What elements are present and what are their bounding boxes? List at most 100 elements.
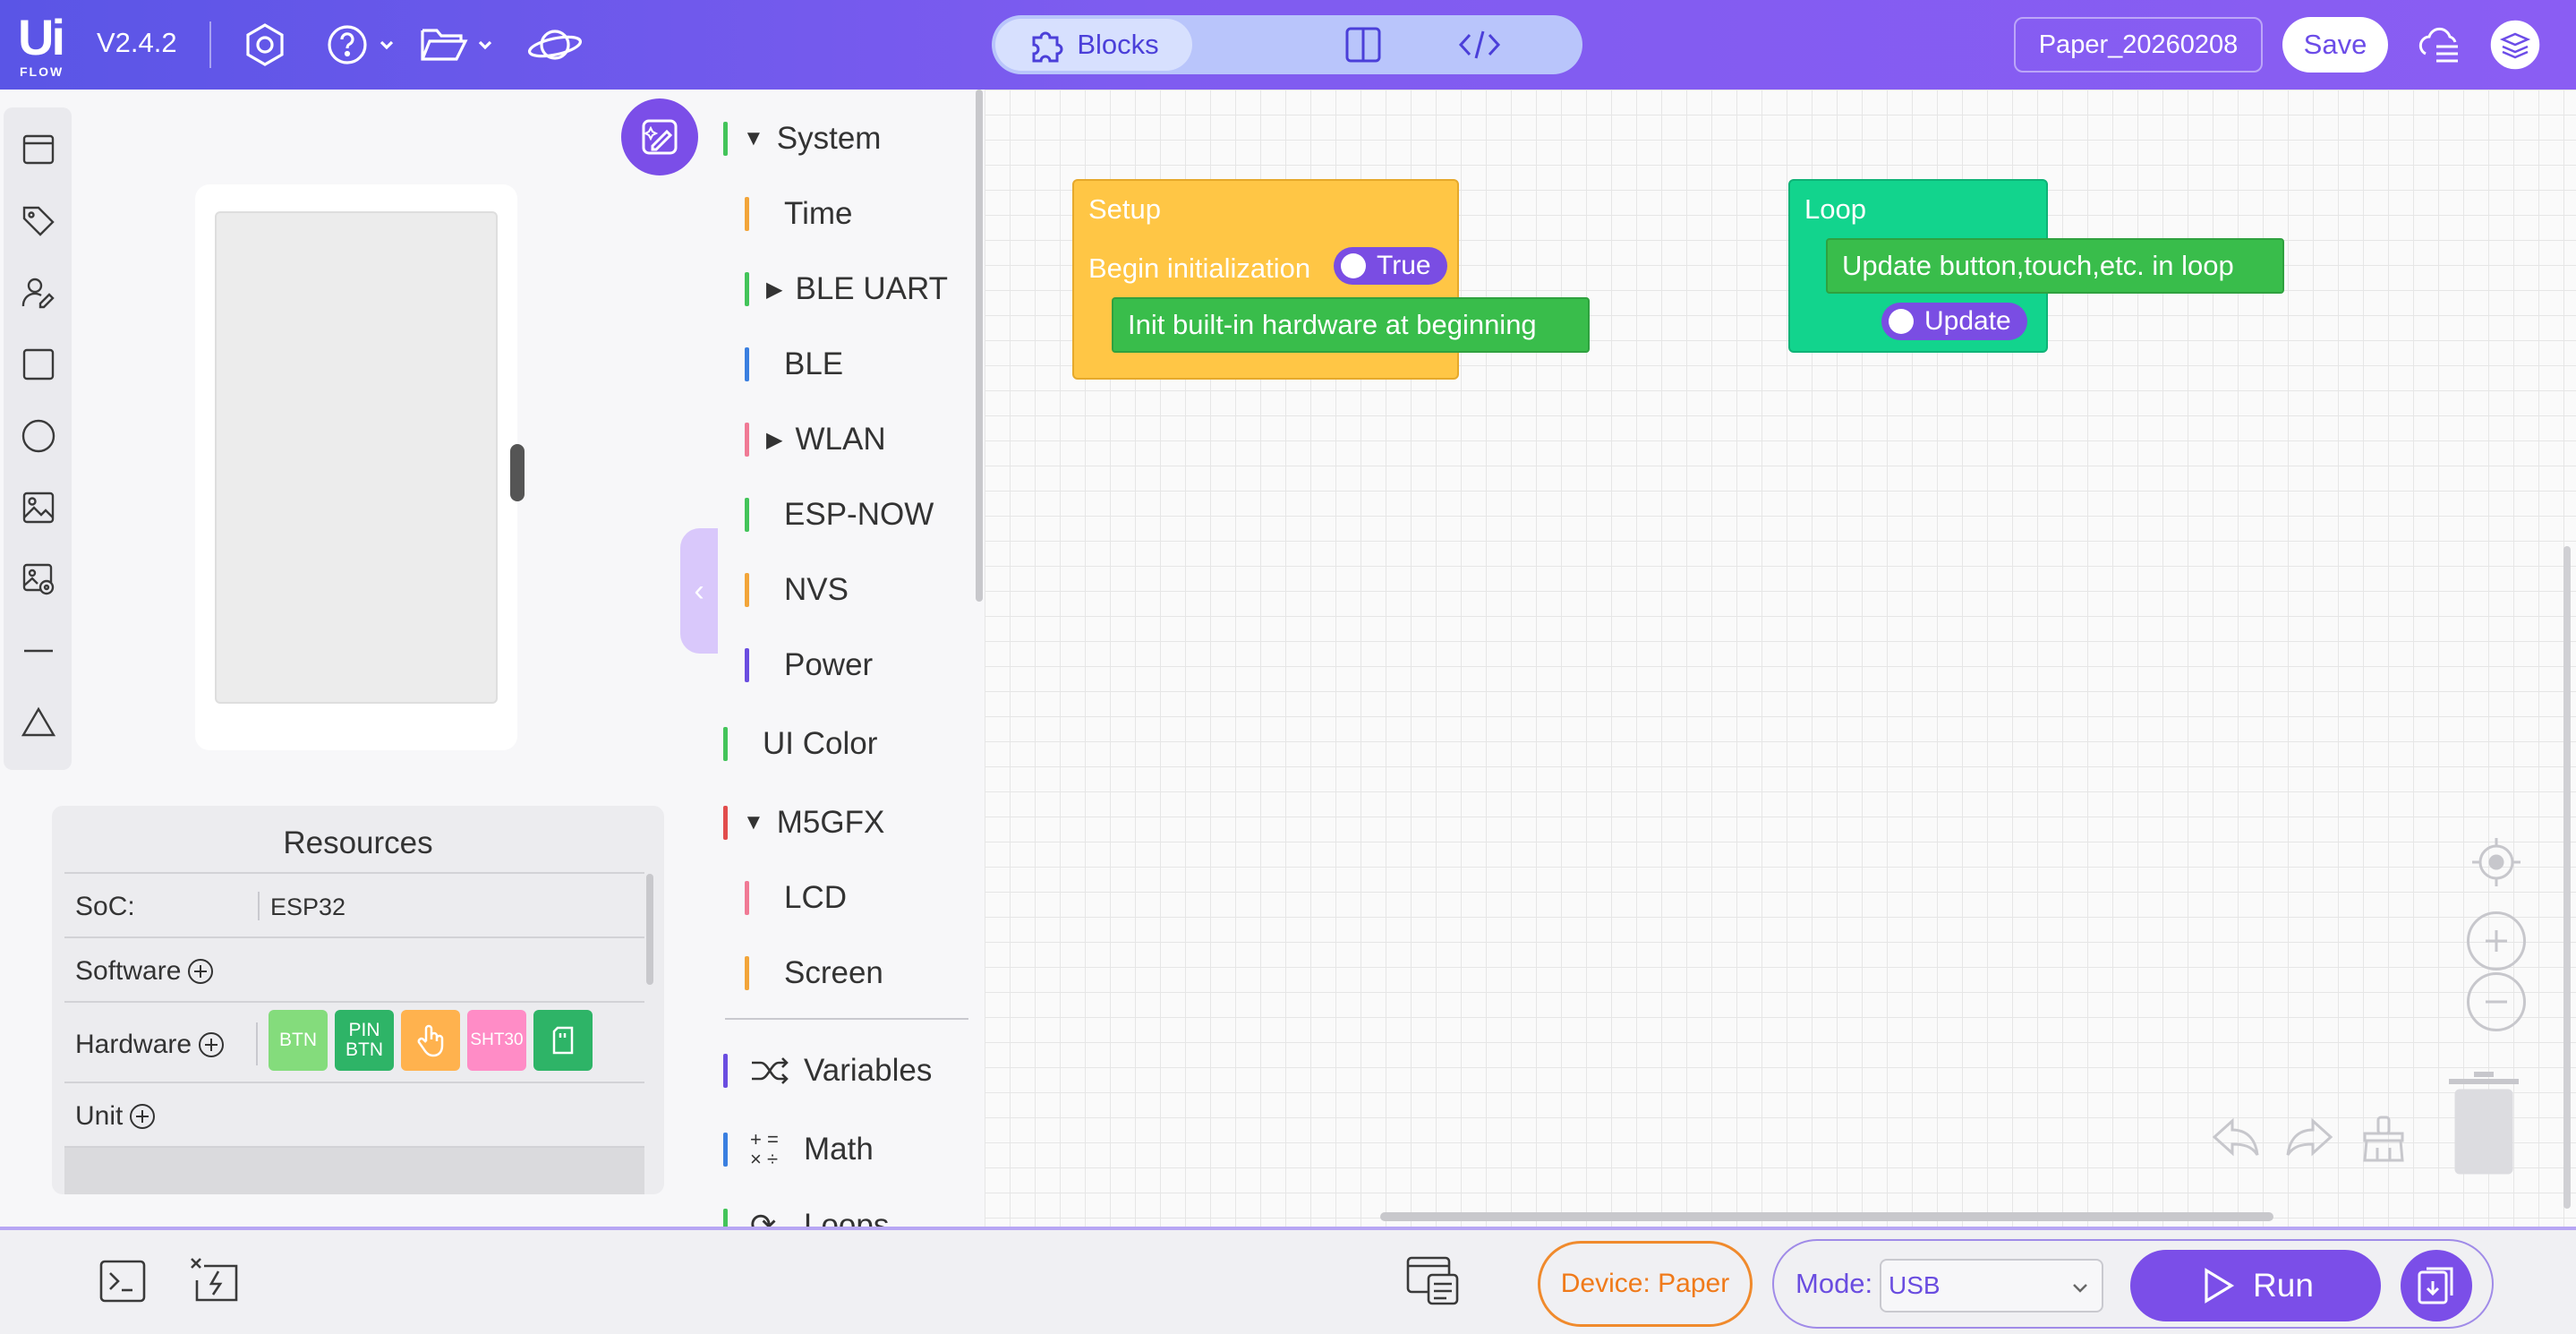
run-button[interactable]: Run [2130, 1250, 2381, 1321]
unit-label[interactable]: Unit [75, 1101, 156, 1132]
category-lcd[interactable]: LCD [745, 876, 847, 920]
hw-chip-pin-btn[interactable]: PIN BTN [335, 1010, 394, 1071]
category-ble[interactable]: BLE [745, 342, 843, 387]
user-avatar[interactable] [2490, 20, 2540, 70]
setup-begin-label: Begin initialization [1088, 252, 1311, 284]
header-divider [209, 21, 211, 68]
hw-chip-btn[interactable]: BTN [269, 1010, 328, 1071]
circle-icon[interactable] [18, 415, 59, 457]
editor-mode-toggle: Blocks [992, 15, 1582, 74]
rectangle-icon[interactable] [18, 344, 59, 385]
add-software-icon[interactable] [188, 959, 214, 984]
category-ble-uart[interactable]: ▶ BLE UART [745, 267, 948, 312]
flash-firmware-icon[interactable] [188, 1255, 242, 1310]
software-label[interactable]: Software [75, 956, 214, 987]
category-variables[interactable]: Variables [723, 1048, 932, 1093]
setup-true-toggle[interactable]: True [1334, 247, 1447, 285]
category-nvs[interactable]: NVS [745, 568, 849, 612]
help-menu[interactable] [326, 20, 401, 70]
category-divider [725, 1018, 968, 1020]
download-to-device-button[interactable] [2401, 1250, 2472, 1321]
user-edit-icon[interactable] [18, 272, 59, 313]
settings-hex-icon[interactable] [240, 20, 290, 70]
collapse-panel-button[interactable]: ‹ [680, 528, 718, 654]
version-label: V2.4.2 [97, 27, 177, 58]
bottom-bar: Device: Paper Mode: USB Run [0, 1227, 2576, 1334]
workspace-scrollbar-vertical[interactable] [2563, 546, 2571, 1209]
ui-element-toolbar [4, 107, 72, 770]
triangle-down-icon: ▼ [743, 126, 764, 150]
device-screen-canvas[interactable] [215, 211, 498, 704]
loop-block[interactable]: Loop Update button,touch,etc. in loop Up… [1788, 179, 2284, 353]
hw-chip-sdcard[interactable] [533, 1010, 593, 1071]
resources-panel: Resources SoC: ESP32 Software Hardware B… [52, 806, 664, 1194]
category-wlan[interactable]: ▶ WLAN [745, 417, 886, 462]
workspace-scrollbar-horizontal[interactable] [1380, 1212, 2273, 1221]
image-icon[interactable] [18, 487, 59, 528]
run-control-group: Mode: USB Run [1772, 1239, 2494, 1329]
sd-card-icon [552, 1026, 574, 1055]
project-name[interactable]: Paper_20260208 [2014, 17, 2263, 73]
device-manager-icon[interactable] [1405, 1255, 1461, 1312]
undo-icon[interactable] [2211, 1116, 2261, 1165]
top-header: Ui FLOW V2.4.2 Blocks Paper_20260208 Sav… [0, 0, 2576, 90]
tab-split-view[interactable] [1343, 24, 1384, 70]
soc-value: ESP32 [270, 894, 346, 920]
zoom-in-icon[interactable] [2467, 911, 2526, 971]
device-preview [195, 184, 525, 750]
resources-title: Resources [283, 825, 433, 860]
setup-block[interactable]: Setup Begin initialization True Init bui… [1072, 179, 1590, 380]
redo-icon[interactable] [2284, 1116, 2334, 1165]
setup-title: Setup [1088, 193, 1162, 225]
category-ui-color[interactable]: UI Color [723, 722, 877, 766]
hw-chip-sht30[interactable]: SHT30 [467, 1010, 526, 1071]
zoom-out-icon[interactable] [2467, 972, 2526, 1031]
category-loops[interactable]: ⟳ Loops [723, 1203, 889, 1227]
save-button[interactable]: Save [2282, 17, 2388, 73]
triangle-icon[interactable] [18, 702, 59, 743]
label-tag-icon[interactable] [18, 201, 59, 242]
init-hardware-block[interactable]: Init built-in hardware at beginning [1112, 297, 1590, 353]
add-hardware-icon[interactable] [199, 1032, 225, 1057]
terminal-icon[interactable] [98, 1259, 147, 1308]
triangle-right-icon: ▶ [766, 427, 783, 452]
add-unit-icon[interactable] [130, 1104, 156, 1129]
shuffle-icon [752, 1057, 789, 1084]
clean-broom-icon[interactable] [2359, 1114, 2408, 1168]
mode-label: Mode: [1796, 1268, 1873, 1299]
resources-next-row [64, 1146, 644, 1194]
hw-chip-touch[interactable] [401, 1010, 460, 1071]
ai-edit-button[interactable] [621, 98, 698, 175]
tab-code[interactable] [1457, 24, 1502, 70]
tab-blocks[interactable]: Blocks [995, 19, 1192, 71]
category-power[interactable]: Power [745, 643, 873, 688]
category-scrollbar[interactable] [976, 90, 983, 602]
hardware-label[interactable]: Hardware [75, 1030, 225, 1060]
category-m5gfx[interactable]: ▼ M5GFX [723, 800, 884, 845]
chevron-down-icon [2073, 1284, 2087, 1293]
category-screen[interactable]: Screen [745, 951, 883, 996]
category-system[interactable]: ▼ System [723, 116, 881, 161]
planet-icon[interactable] [526, 20, 584, 70]
trash-icon[interactable] [2442, 1071, 2526, 1183]
category-time[interactable]: Time [745, 192, 852, 236]
category-espnow[interactable]: ESP-NOW [745, 492, 934, 537]
connection-mode-select[interactable]: USB [1880, 1259, 2103, 1313]
image-settings-icon[interactable] [18, 559, 59, 600]
update-toggle[interactable]: Update [1881, 303, 2027, 340]
software-row: Software [64, 936, 644, 1001]
device-selector[interactable]: Device: Paper [1538, 1241, 1753, 1327]
blocks-workspace[interactable]: Setup Begin initialization True Init bui… [985, 90, 2576, 1227]
folder-menu[interactable] [419, 20, 499, 70]
category-math[interactable]: + = × ÷ Math [723, 1127, 874, 1172]
update-loop-block[interactable]: Update button,touch,etc. in loop [1826, 238, 2284, 294]
window-icon[interactable] [18, 129, 59, 170]
uiflow-logo: Ui FLOW [18, 9, 65, 80]
cloud-list-icon[interactable] [2417, 20, 2461, 70]
line-icon[interactable] [18, 630, 59, 671]
device-name: Paper [1658, 1269, 1730, 1298]
loop-icon: ⟳ [750, 1208, 777, 1227]
unit-row: Unit [64, 1082, 644, 1146]
recenter-icon[interactable] [2467, 833, 2526, 892]
resources-scrollbar[interactable] [646, 874, 653, 985]
